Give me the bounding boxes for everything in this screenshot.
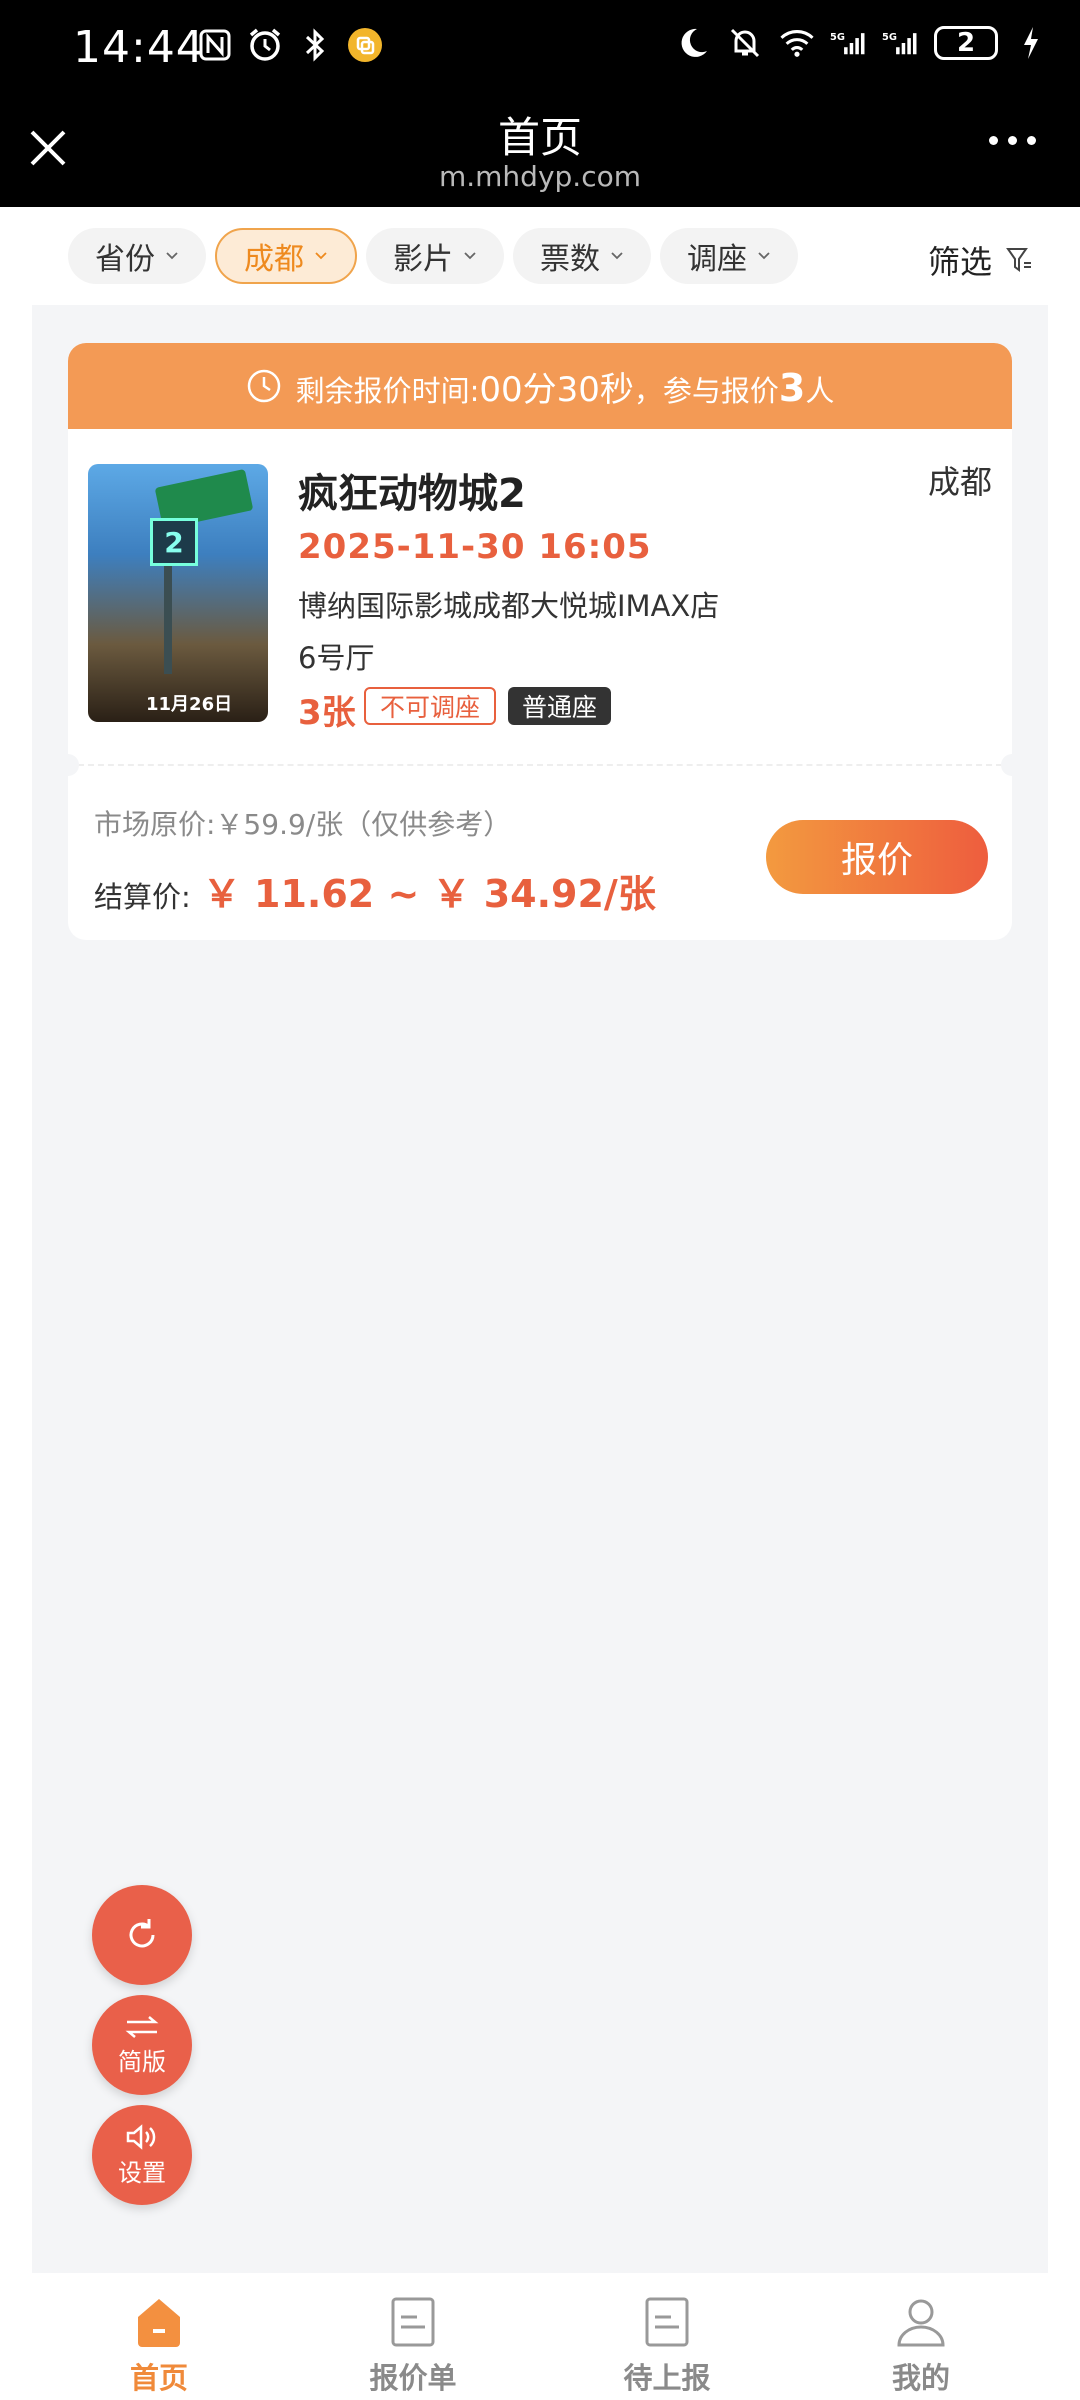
seat-type-tag: 普通座 — [508, 687, 612, 725]
filter-chip-label: 省份 — [95, 242, 155, 277]
card-notch-right — [1001, 754, 1012, 776]
participants-suffix: 人 — [805, 373, 835, 408]
wifi-icon — [778, 24, 816, 62]
nav-pending-report[interactable]: 待上报 — [567, 2273, 767, 2400]
settings-label: 设置 — [118, 2158, 166, 2187]
card-notch-left — [68, 754, 79, 776]
chevron-down-icon — [315, 252, 327, 260]
refresh-button[interactable] — [92, 1885, 192, 1985]
settle-label: 结算价: — [94, 880, 191, 914]
signal-5g-icon-2: 5G — [882, 24, 920, 62]
countdown-value: 00分30秒 — [479, 369, 634, 410]
simple-mode-button[interactable]: 简版 — [92, 1995, 192, 2095]
market-price: 市场原价:￥59.9/张（仅供参考） — [94, 808, 512, 841]
filter-chip-movie[interactable]: 影片 — [366, 228, 504, 284]
filter-chip-city[interactable]: 成都 — [215, 228, 357, 284]
nav-quote-list[interactable]: 报价单 — [313, 2273, 513, 2400]
more-dot — [989, 136, 998, 145]
seat-change-tag: 不可调座 — [364, 687, 497, 725]
status-left-icons — [196, 26, 384, 64]
movie-poster[interactable]: 2 11月26日 — [88, 464, 268, 722]
filter-button-label: 筛选 — [927, 243, 992, 281]
more-dot — [1027, 136, 1036, 145]
top-bar: 14:44 5G 5G 2 首页 m.mhdyp.com — [0, 0, 1080, 207]
user-icon — [897, 2299, 945, 2347]
moon-icon — [674, 24, 712, 62]
filter-chip-label: 影片 — [393, 242, 453, 277]
chevron-down-icon — [166, 252, 178, 260]
card-divider — [68, 764, 1012, 766]
status-time: 14:44 — [73, 22, 205, 73]
nav-mine-label: 我的 — [891, 2361, 950, 2395]
speaker-icon — [126, 2123, 156, 2150]
signal-5g-icon: 5G — [830, 24, 868, 62]
filter-chip-label: 成都 — [244, 242, 304, 277]
settle-price: ￥ 11.62 ~ ￥ 34.92/张 — [202, 872, 656, 916]
mute-bell-icon — [726, 24, 764, 62]
nav-mine[interactable]: 我的 — [821, 2273, 1021, 2400]
quote-card[interactable]: 剩余报价时间:00分30秒，参与报价3人 2 11月26日 疯狂动物城2 成都 … — [68, 343, 1012, 940]
chevron-down-icon — [611, 252, 623, 260]
hall-name: 6号厅 — [298, 641, 375, 675]
filter-chip-label: 票数 — [540, 242, 600, 277]
home-icon — [138, 2299, 180, 2347]
settle-price-row: 结算价: ￥ 11.62 ~ ￥ 34.92/张 — [94, 863, 656, 918]
pending-report-icon — [645, 2297, 689, 2347]
show-time: 2025-11-30 16:05 — [298, 527, 652, 567]
content-area: 剩余报价时间:00分30秒，参与报价3人 2 11月26日 疯狂动物城2 成都 … — [32, 305, 1048, 2273]
filter-chip-seat-change[interactable]: 调座 — [660, 228, 798, 284]
nav-pending-report-label: 待上报 — [623, 2361, 711, 2395]
bluetooth-icon — [296, 26, 334, 64]
simple-mode-label: 简版 — [118, 2047, 166, 2076]
swap-arrows-icon — [125, 2015, 159, 2038]
settings-button[interactable]: 设置 — [92, 2105, 192, 2205]
quote-list-icon — [391, 2297, 435, 2347]
svg-text:5G: 5G — [882, 32, 897, 43]
filter-chip-ticket-count[interactable]: 票数 — [513, 228, 651, 284]
countdown-prefix: 剩余报价时间: — [295, 373, 480, 408]
battery-icon: 2 — [934, 26, 998, 60]
clock-icon — [247, 369, 280, 403]
chevron-down-icon — [464, 252, 476, 260]
alarm-icon — [246, 26, 284, 64]
filter-chip-province[interactable]: 省份 — [68, 228, 206, 284]
participants-prefix: ，参与报价 — [633, 373, 779, 408]
page-url: m.mhdyp.com — [438, 160, 641, 193]
nav-quote-list-label: 报价单 — [369, 2361, 457, 2395]
card-countdown-bar: 剩余报价时间:00分30秒，参与报价3人 — [68, 343, 1012, 429]
more-button[interactable] — [989, 136, 1036, 145]
quote-button[interactable]: 报价 — [766, 820, 988, 894]
filter-chip-label: 调座 — [687, 242, 747, 277]
nav-home[interactable]: 首页 — [59, 2273, 259, 2400]
cinema-name: 博纳国际影城成都大悦城IMAX店 — [298, 589, 720, 623]
more-dot — [1008, 136, 1017, 145]
poster-number: 2 — [150, 518, 198, 566]
chevron-down-icon — [758, 252, 770, 260]
ticket-quantity: 3张 — [298, 693, 356, 733]
status-right-icons: 5G 5G 2 — [674, 24, 1050, 62]
svg-text:5G: 5G — [830, 32, 845, 43]
filter-button[interactable]: 筛选 — [928, 237, 1032, 283]
refresh-icon — [129, 1919, 155, 1948]
bottom-nav: 首页 报价单 待上报 我的 — [0, 2273, 1080, 2400]
charging-icon — [1012, 24, 1050, 62]
nav-home-label: 首页 — [129, 2361, 188, 2395]
movie-city: 成都 — [927, 463, 992, 501]
filter-bar: 省份 成都 影片 票数 调座 筛选 — [0, 207, 1080, 305]
participants-count: 3 — [778, 365, 806, 410]
nfc-icon — [196, 26, 234, 64]
filter-funnel-icon — [1006, 248, 1031, 272]
page-title: 首页 — [497, 113, 582, 162]
poster-date: 11月26日 — [146, 694, 233, 715]
app-notification-icon — [346, 26, 384, 64]
movie-title: 疯狂动物城2 — [298, 471, 526, 517]
